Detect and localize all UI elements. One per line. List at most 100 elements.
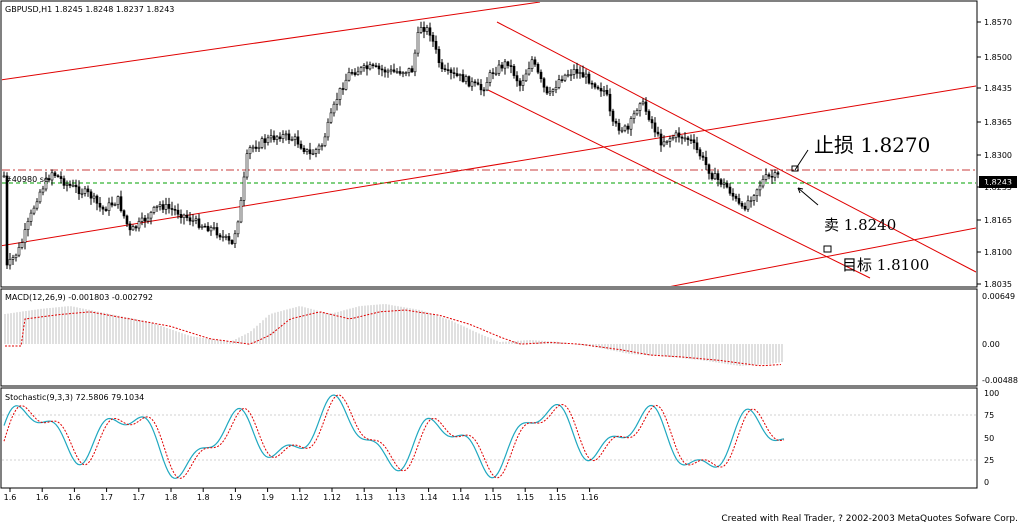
candle-body <box>545 86 549 94</box>
price-tick-label: 1.8500 <box>984 53 1012 62</box>
candle-body <box>464 76 468 82</box>
time-tick-label: 1.12 <box>323 493 341 502</box>
candle-body <box>113 204 117 206</box>
price-tick-label: 1.8165 <box>984 216 1012 225</box>
time-tick-label: 1.6 <box>4 493 17 502</box>
candle-body <box>29 212 33 222</box>
candle-body <box>17 247 21 256</box>
candle-body <box>92 195 96 199</box>
order-label: #40980 se <box>5 175 49 184</box>
candle-body <box>143 217 147 222</box>
candle-body <box>263 138 267 143</box>
time-tick-label: 1.7 <box>100 493 113 502</box>
candle-body <box>293 136 297 140</box>
price-axis: 1.8570 1.8500 1.8435 1.8365 1.8300 1.8235 1.81… <box>977 18 1012 289</box>
candle-body <box>32 207 36 214</box>
stochastic-tick-label: 75 <box>984 411 994 420</box>
candle-body <box>701 155 705 158</box>
candle-body <box>275 136 279 140</box>
candle-body <box>611 110 615 122</box>
chart-canvas[interactable]: GBPUSD,H1 1.8245 1.8248 1.8237 1.8243 #4… <box>0 0 1024 525</box>
candle-body <box>569 74 573 76</box>
stochastic-tick-label: 0 <box>984 478 989 487</box>
candle-body <box>473 81 477 84</box>
stop-loss-annotation: 止损 1.8270 <box>814 133 930 157</box>
candle-body <box>218 234 222 238</box>
candle-body <box>344 79 348 90</box>
candle-body <box>500 64 504 69</box>
candle-body <box>386 70 390 73</box>
candle-body <box>125 215 129 225</box>
candle-body <box>122 210 126 217</box>
candle-body <box>188 217 192 222</box>
sell-annotation: 卖 1.8240 <box>824 216 896 234</box>
candle-body <box>665 141 669 143</box>
stochastic-panel[interactable] <box>0 387 978 489</box>
time-tick-label: 1.15 <box>548 493 566 502</box>
candle-body <box>107 202 111 211</box>
candle-body <box>296 136 300 145</box>
candle-body <box>689 139 693 141</box>
price-tick-label: 1.8365 <box>984 118 1012 127</box>
stochastic-tick-label: 25 <box>984 456 994 465</box>
price-tick-label: 1.8300 <box>984 151 1012 160</box>
candle-body <box>332 103 336 114</box>
candle-body <box>74 184 78 188</box>
candle-body <box>305 149 309 152</box>
candle-body <box>50 172 54 181</box>
macd-panel[interactable] <box>0 288 978 387</box>
candle-body <box>320 145 324 147</box>
candle-body <box>251 146 255 149</box>
candle-body <box>737 198 741 204</box>
candle-body <box>434 41 438 50</box>
candle-body <box>710 173 714 180</box>
candle-body <box>638 103 642 111</box>
stochastic-tick-label: 50 <box>984 434 994 443</box>
candle-body <box>236 221 240 235</box>
candle-body <box>653 122 657 133</box>
candle-body <box>419 27 423 33</box>
candle-body <box>290 139 294 141</box>
candle-body <box>443 68 447 71</box>
candle-body <box>62 178 66 186</box>
time-tick-label: 1.13 <box>387 493 405 502</box>
macd-tick-label: -0.00488 <box>982 376 1018 385</box>
candle-body <box>104 208 108 211</box>
candle-body <box>482 89 486 92</box>
candle-body <box>374 65 378 67</box>
candle-body <box>446 69 450 71</box>
time-tick-label: 1.8 <box>197 493 210 502</box>
candle-body <box>764 174 768 180</box>
time-tick-label: 1.12 <box>291 493 309 502</box>
candle-body <box>134 226 138 229</box>
candle-body <box>197 218 201 228</box>
candle-body <box>761 179 765 187</box>
candle-body <box>86 188 90 193</box>
candle-body <box>644 101 648 112</box>
candle-body <box>707 164 711 174</box>
candle-body <box>686 137 690 140</box>
candle-body <box>152 207 156 213</box>
candle-body <box>521 80 525 86</box>
candle-body <box>494 72 498 75</box>
candle-body <box>743 205 747 210</box>
candle-body <box>239 199 243 223</box>
candle-body <box>371 64 375 67</box>
candle-body <box>491 72 495 74</box>
candle-body <box>158 204 162 207</box>
candle-body <box>608 93 612 112</box>
candle-body <box>617 122 621 131</box>
candle-body <box>407 68 411 73</box>
candle-body <box>119 196 123 211</box>
candle-body <box>470 81 474 87</box>
candle-body <box>572 69 576 75</box>
time-tick-label: 1.15 <box>516 493 534 502</box>
candle-body <box>548 91 552 94</box>
time-axis: 1.6 1.6 1.6 1.7 1.7 1.8 1.8 1.9 1.9 1.12 1.12 1.13 1… <box>4 488 599 502</box>
candle-body <box>38 191 42 203</box>
price-tick-label: 1.8035 <box>984 280 1012 289</box>
candle-body <box>308 149 312 155</box>
candle-body <box>581 72 585 78</box>
candle-body <box>389 69 393 72</box>
price-tick-label: 1.8435 <box>984 84 1012 93</box>
